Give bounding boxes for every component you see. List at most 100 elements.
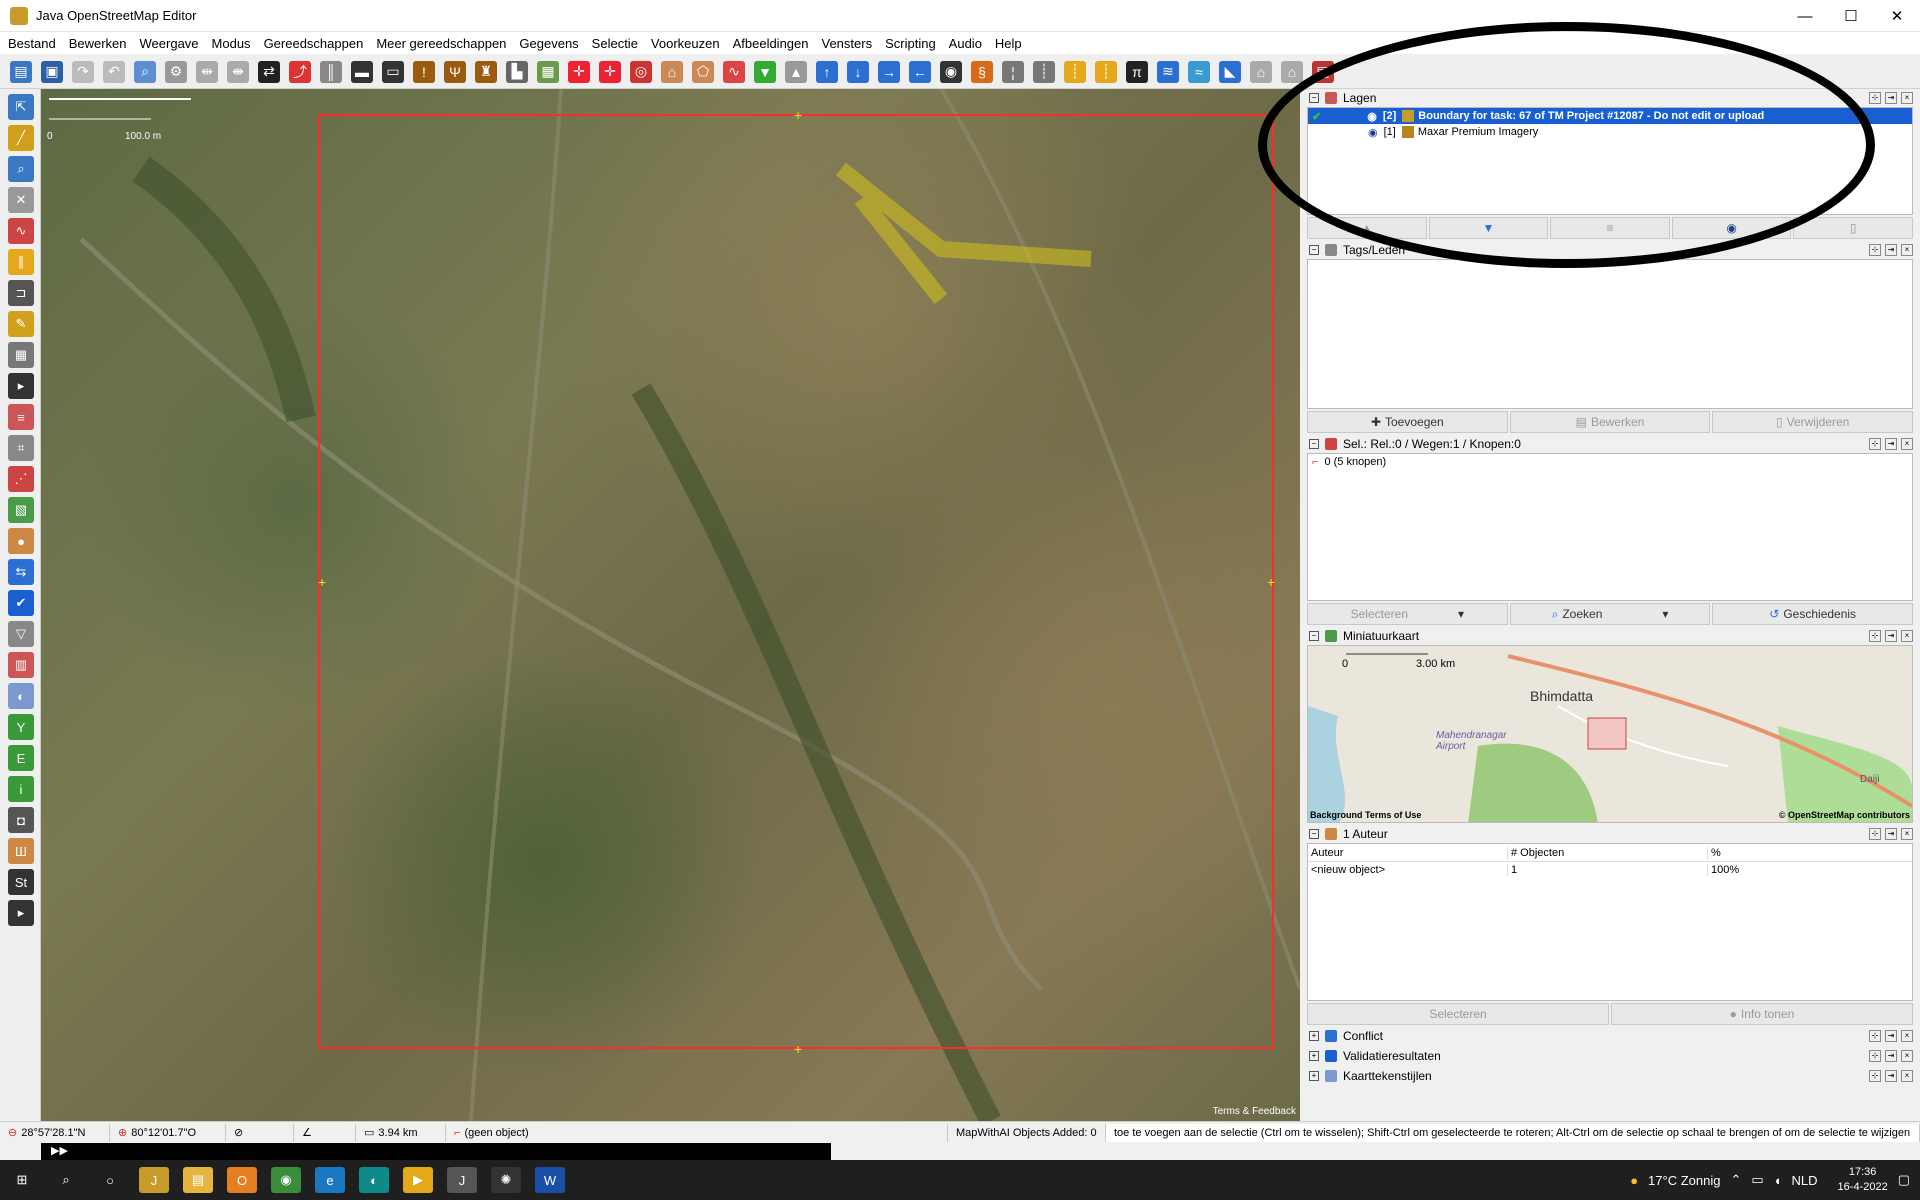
target-icon[interactable]: ◎ (630, 60, 652, 83)
menu-audio[interactable]: Audio (949, 36, 982, 51)
language-label[interactable]: NLD (1792, 1173, 1818, 1188)
start-icon[interactable]: ⊞ (7, 1167, 37, 1193)
industrial-icon[interactable]: ▙ (506, 60, 528, 83)
combine-way-icon[interactable]: ⇼ (227, 60, 249, 83)
expand-tools-icon[interactable]: ▸ (8, 373, 34, 399)
tray-chevron-icon[interactable]: ⌃ (1730, 1172, 1741, 1188)
notification-icon[interactable]: ▢ (1898, 1172, 1910, 1188)
word-icon[interactable]: W (535, 1167, 565, 1193)
visibility-eye-icon[interactable]: ◉ (1367, 110, 1377, 123)
save-icon[interactable]: ▣ (41, 60, 63, 83)
close-panel-icon[interactable]: × (1901, 92, 1913, 104)
col-author[interactable]: Auteur (1308, 846, 1508, 859)
layer-row-boundary[interactable]: ✔ ◉ [2] Boundary for task: 67 of TM Proj… (1308, 108, 1912, 124)
close-panel-icon[interactable]: × (1901, 630, 1913, 642)
dock-icon[interactable]: ⊹ (1869, 1030, 1881, 1042)
bridge-icon[interactable]: π (1126, 60, 1148, 83)
minimize-panel-icon[interactable]: ⇥ (1885, 92, 1897, 104)
building-icon[interactable]: ⌂ (661, 60, 683, 83)
path-icon[interactable]: ∿ (723, 60, 745, 83)
collapse-icon[interactable]: − (1309, 245, 1319, 255)
select-button[interactable]: Selecteren ▾ (1307, 603, 1508, 625)
info-button[interactable]: ● Info tonen (1611, 1003, 1913, 1025)
add-tag-button[interactable]: ✚ Toevoegen (1307, 411, 1508, 433)
authors-toggle-icon[interactable]: ● (8, 528, 34, 554)
close-panel-icon[interactable]: × (1901, 1050, 1913, 1062)
zoom-mode-icon[interactable]: ⌕ (8, 156, 34, 182)
menu-afbeeldingen[interactable]: Afbeeldingen (733, 36, 809, 51)
layers-panel-header[interactable]: − Lagen ⊹ ⇥ × (1305, 89, 1915, 107)
chrome-icon[interactable]: ◉ (271, 1167, 301, 1193)
filter2-toggle-icon[interactable]: Y (8, 714, 34, 740)
dock-icon[interactable]: ⊹ (1869, 438, 1881, 450)
network-icon[interactable]: ▭ (1751, 1172, 1763, 1188)
style-toggle-icon[interactable]: St (8, 869, 34, 895)
merge-layer-button[interactable]: ≡ (1550, 217, 1670, 239)
edge-icon[interactable]: ◐ (359, 1167, 389, 1193)
unglue-icon[interactable]: ⤴ (289, 60, 311, 83)
minimap-panel-header[interactable]: − Miniatuurkaart ⊹ ⇥ × (1305, 627, 1915, 645)
yellow-road-icon[interactable]: ┊ (1064, 60, 1086, 83)
minimize-panel-icon[interactable]: ⇥ (1885, 244, 1897, 256)
minimize-panel-icon[interactable]: ⇥ (1885, 1070, 1897, 1082)
collapse-icon[interactable]: − (1309, 829, 1319, 839)
arrow-up-icon[interactable]: ↑ (816, 60, 838, 83)
search-button[interactable]: ⌕ Zoeken ▾ (1509, 603, 1711, 625)
waterway-icon[interactable]: ≋ (1157, 60, 1179, 83)
house2-icon[interactable]: ⌂ (1281, 60, 1303, 83)
yellow-road2-icon[interactable]: ┊ (1095, 60, 1117, 83)
chevron-down-icon[interactable]: ▾ (1458, 607, 1464, 621)
upload-icon[interactable]: ▲ (785, 60, 807, 83)
parallel-mode-icon[interactable]: ∥ (8, 249, 34, 275)
menu-help[interactable]: Help (995, 36, 1022, 51)
delete-layer-button[interactable]: ▯ (1793, 217, 1913, 239)
close-panel-icon[interactable]: × (1901, 438, 1913, 450)
dock-icon[interactable]: ⊹ (1869, 244, 1881, 256)
close-panel-icon[interactable]: × (1901, 1070, 1913, 1082)
menu-scripting[interactable]: Scripting (885, 36, 936, 51)
expand-panels-icon[interactable]: ▸ (8, 900, 34, 926)
relations-toggle-icon[interactable]: ▥ (8, 652, 34, 678)
redo-icon[interactable]: ↷ (72, 60, 94, 83)
menu-modus[interactable]: Modus (212, 36, 251, 51)
josm-taskbar-icon[interactable]: J (139, 1167, 169, 1193)
dock-icon[interactable]: ⊹ (1869, 1070, 1881, 1082)
car-icon[interactable]: ▬ (351, 60, 373, 83)
menu-weergave[interactable]: Weergave (140, 36, 199, 51)
weather-label[interactable]: 17°C Zonnig (1648, 1173, 1720, 1188)
preset-road-icon[interactable]: ║ (320, 60, 342, 83)
tags-panel-header[interactable]: − Tags/Leden ⊹ ⇥ × (1305, 241, 1915, 259)
reverse-way-icon[interactable]: ⇄ (258, 60, 280, 83)
validation-panel-header[interactable]: + Validatieresultaten ⊹ ⇥ × (1305, 1047, 1915, 1065)
arrow-down-icon[interactable]: ↓ (847, 60, 869, 83)
close-panel-icon[interactable]: × (1901, 1030, 1913, 1042)
arrow-right-icon[interactable]: → (878, 60, 900, 83)
tourism-icon[interactable]: ♜ (475, 60, 497, 83)
move-layer-up-button[interactable]: ▲ (1307, 217, 1427, 239)
menu-meer-gereedschappen[interactable]: Meer gereedschappen (376, 36, 506, 51)
toggle-visibility-button[interactable]: ◉ (1671, 217, 1792, 239)
edge-legacy-icon[interactable]: e (315, 1167, 345, 1193)
tractor-icon[interactable]: ◉ (940, 60, 962, 83)
close-button[interactable]: ✕ (1874, 0, 1920, 32)
collapse-icon[interactable]: − (1309, 93, 1319, 103)
move-layer-down-button[interactable]: ▼ (1428, 217, 1549, 239)
close-panel-icon[interactable]: × (1901, 244, 1913, 256)
edit-tag-button[interactable]: ▤ Bewerken (1509, 411, 1711, 433)
extrude-mode-icon[interactable]: ⊐ (8, 280, 34, 306)
list-item[interactable]: ⌐ 0 (5 knopen) (1308, 454, 1912, 470)
remove-tag-button[interactable]: ▯ Verwijderen (1712, 411, 1914, 433)
draw-mode-icon[interactable]: ╱ (8, 125, 34, 151)
table-row[interactable]: <nieuw object> 1 100% (1308, 862, 1912, 878)
conflict-toggle-icon[interactable]: ⇆ (8, 559, 34, 585)
bus-icon[interactable]: ▭ (382, 60, 404, 83)
text-toggle-icon[interactable]: E (8, 745, 34, 771)
minimize-panel-icon[interactable]: ⇥ (1885, 1050, 1897, 1062)
play-icon[interactable]: ▶▶ (51, 1145, 68, 1157)
dock-icon[interactable]: ⊹ (1869, 1050, 1881, 1062)
tools-toggle-icon[interactable]: Ш (8, 838, 34, 864)
water-icon[interactable]: ◣ (1219, 60, 1241, 83)
chevron-down-icon[interactable]: ▾ (1662, 607, 1668, 621)
close-panel-icon[interactable]: × (1901, 828, 1913, 840)
menu-gegevens[interactable]: Gegevens (519, 36, 578, 51)
